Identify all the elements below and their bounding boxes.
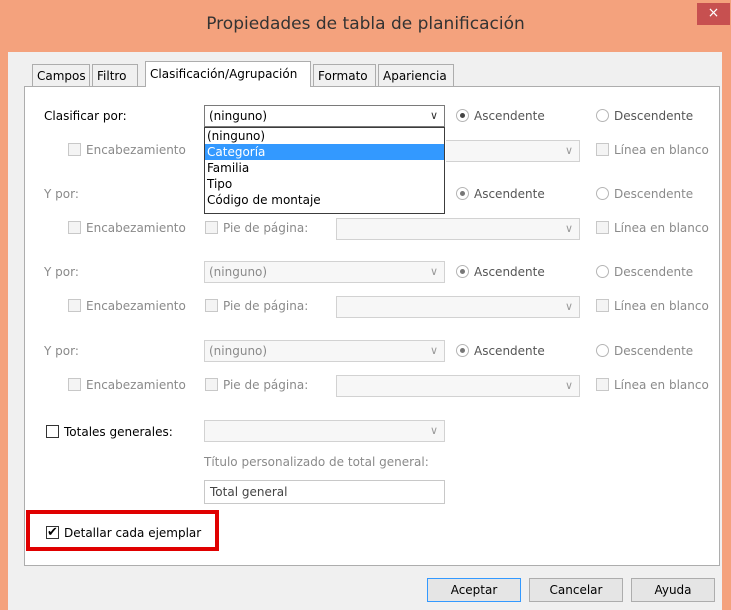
close-icon[interactable]: × (708, 5, 720, 21)
then-by-3-value: (ninguno) (209, 344, 268, 358)
then-by-2-header-label: Encabezamiento (86, 299, 186, 313)
custom-total-title-label: Título personalizado de total general: (204, 455, 429, 469)
then-by-3-header-label: Encabezamiento (86, 378, 186, 392)
chevron-down-icon: ∨ (429, 265, 438, 278)
primary-header-label: Encabezamiento (86, 143, 186, 157)
then-by-3-footer-checkbox[interactable] (205, 378, 218, 391)
then-by-label-2: Y por: (44, 265, 79, 279)
then-by-2-descending-radio[interactable] (596, 265, 609, 278)
sort-ascending-radio[interactable] (456, 109, 469, 122)
grand-totals-checkbox[interactable] (46, 425, 59, 438)
primary-header-checkbox[interactable] (68, 143, 81, 156)
sort-descending-label: Descendente (614, 109, 694, 123)
sort-by-dropdown-list: (ninguno) Categoría Familia Tipo Código … (204, 127, 445, 214)
sort-ascending-label: Ascendente (474, 109, 545, 123)
annotation-highlight-box (26, 510, 219, 551)
then-by-1-footer-select[interactable]: ∨ (336, 218, 580, 240)
chevron-down-icon: ∨ (429, 344, 438, 357)
primary-blank-line-label: Línea en blanco (614, 143, 709, 157)
tab-formato[interactable]: Formato (313, 64, 376, 86)
tab-apariencia[interactable]: Apariencia (378, 64, 454, 86)
then-by-3-descending-radio[interactable] (596, 344, 609, 357)
then-by-1-blank-line-label: Línea en blanco (614, 221, 709, 235)
cancel-button[interactable]: Cancelar (529, 578, 623, 602)
then-by-1-descending-radio[interactable] (596, 187, 609, 200)
then-by-1-footer-label: Pie de página: (223, 221, 309, 235)
then-by-1-ascending-radio[interactable] (456, 187, 469, 200)
help-button[interactable]: Ayuda (631, 578, 715, 602)
tab-campos[interactable]: Campos (32, 64, 90, 86)
then-by-2-ascending-label: Ascendente (474, 265, 545, 279)
then-by-label-1: Y por: (44, 187, 79, 201)
chevron-down-icon: ∨ (429, 109, 438, 122)
then-by-3-select[interactable]: (ninguno) ∨ (204, 340, 445, 362)
sort-by-select[interactable]: (ninguno) ∨ (204, 105, 445, 127)
dropdown-option-categoria[interactable]: Categoría (205, 144, 444, 160)
then-by-1-blank-line-checkbox[interactable] (596, 221, 609, 234)
then-by-1-footer-checkbox[interactable] (205, 221, 218, 234)
chevron-down-icon: ∨ (429, 424, 438, 437)
sort-descending-radio[interactable] (596, 109, 609, 122)
close-button[interactable]: × (697, 3, 730, 25)
primary-blank-line-checkbox[interactable] (596, 143, 609, 156)
chevron-down-icon: ∨ (564, 379, 573, 392)
then-by-2-value: (ninguno) (209, 265, 268, 279)
then-by-1-header-label: Encabezamiento (86, 221, 186, 235)
chevron-down-icon: ∨ (564, 222, 573, 235)
then-by-2-footer-checkbox[interactable] (205, 299, 218, 312)
dropdown-option-tipo[interactable]: Tipo (205, 176, 444, 192)
then-by-3-descending-label: Descendente (614, 344, 694, 358)
dropdown-option-familia[interactable]: Familia (205, 160, 444, 176)
then-by-2-blank-line-checkbox[interactable] (596, 299, 609, 312)
window-frame-left (0, 52, 8, 610)
then-by-label-3: Y por: (44, 344, 79, 358)
dropdown-option-ninguno[interactable]: (ninguno) (205, 128, 444, 144)
then-by-3-blank-line-checkbox[interactable] (596, 378, 609, 391)
sort-by-label: Clasificar por: (44, 109, 127, 123)
then-by-2-descending-label: Descendente (614, 265, 694, 279)
then-by-2-header-checkbox[interactable] (68, 299, 81, 312)
grand-totals-select[interactable]: ∨ (204, 420, 445, 442)
chevron-down-icon: ∨ (564, 300, 573, 313)
then-by-1-descending-label: Descendente (614, 187, 694, 201)
ok-button[interactable]: Aceptar (427, 578, 521, 602)
then-by-3-ascending-label: Ascendente (474, 344, 545, 358)
chevron-down-icon: ∨ (564, 144, 573, 157)
then-by-3-footer-label: Pie de página: (223, 378, 309, 392)
sort-by-value: (ninguno) (209, 109, 268, 123)
then-by-3-blank-line-label: Línea en blanco (614, 378, 709, 392)
then-by-3-header-checkbox[interactable] (68, 378, 81, 391)
primary-footer-select[interactable]: ∨ (446, 140, 580, 162)
then-by-2-footer-label: Pie de página: (223, 299, 309, 313)
then-by-3-ascending-radio[interactable] (456, 344, 469, 357)
then-by-2-footer-select[interactable]: ∨ (336, 296, 580, 318)
then-by-2-ascending-radio[interactable] (456, 265, 469, 278)
tab-clasificacion-agrupacion[interactable]: Clasificación/Agrupación (145, 61, 311, 87)
dropdown-option-codigo-montaje[interactable]: Código de montaje (205, 192, 444, 208)
then-by-3-footer-select[interactable]: ∨ (336, 375, 580, 397)
then-by-2-select[interactable]: (ninguno) ∨ (204, 261, 445, 283)
custom-total-title-input[interactable]: Total general (204, 480, 445, 504)
then-by-2-blank-line-label: Línea en blanco (614, 299, 709, 313)
tab-filtro[interactable]: Filtro (92, 64, 138, 86)
window-title: Propiedades de tabla de planificación (206, 14, 525, 34)
then-by-1-ascending-label: Ascendente (474, 187, 545, 201)
window-frame-right (722, 52, 731, 610)
then-by-1-header-checkbox[interactable] (68, 221, 81, 234)
grand-totals-label: Totales generales: (64, 425, 173, 439)
